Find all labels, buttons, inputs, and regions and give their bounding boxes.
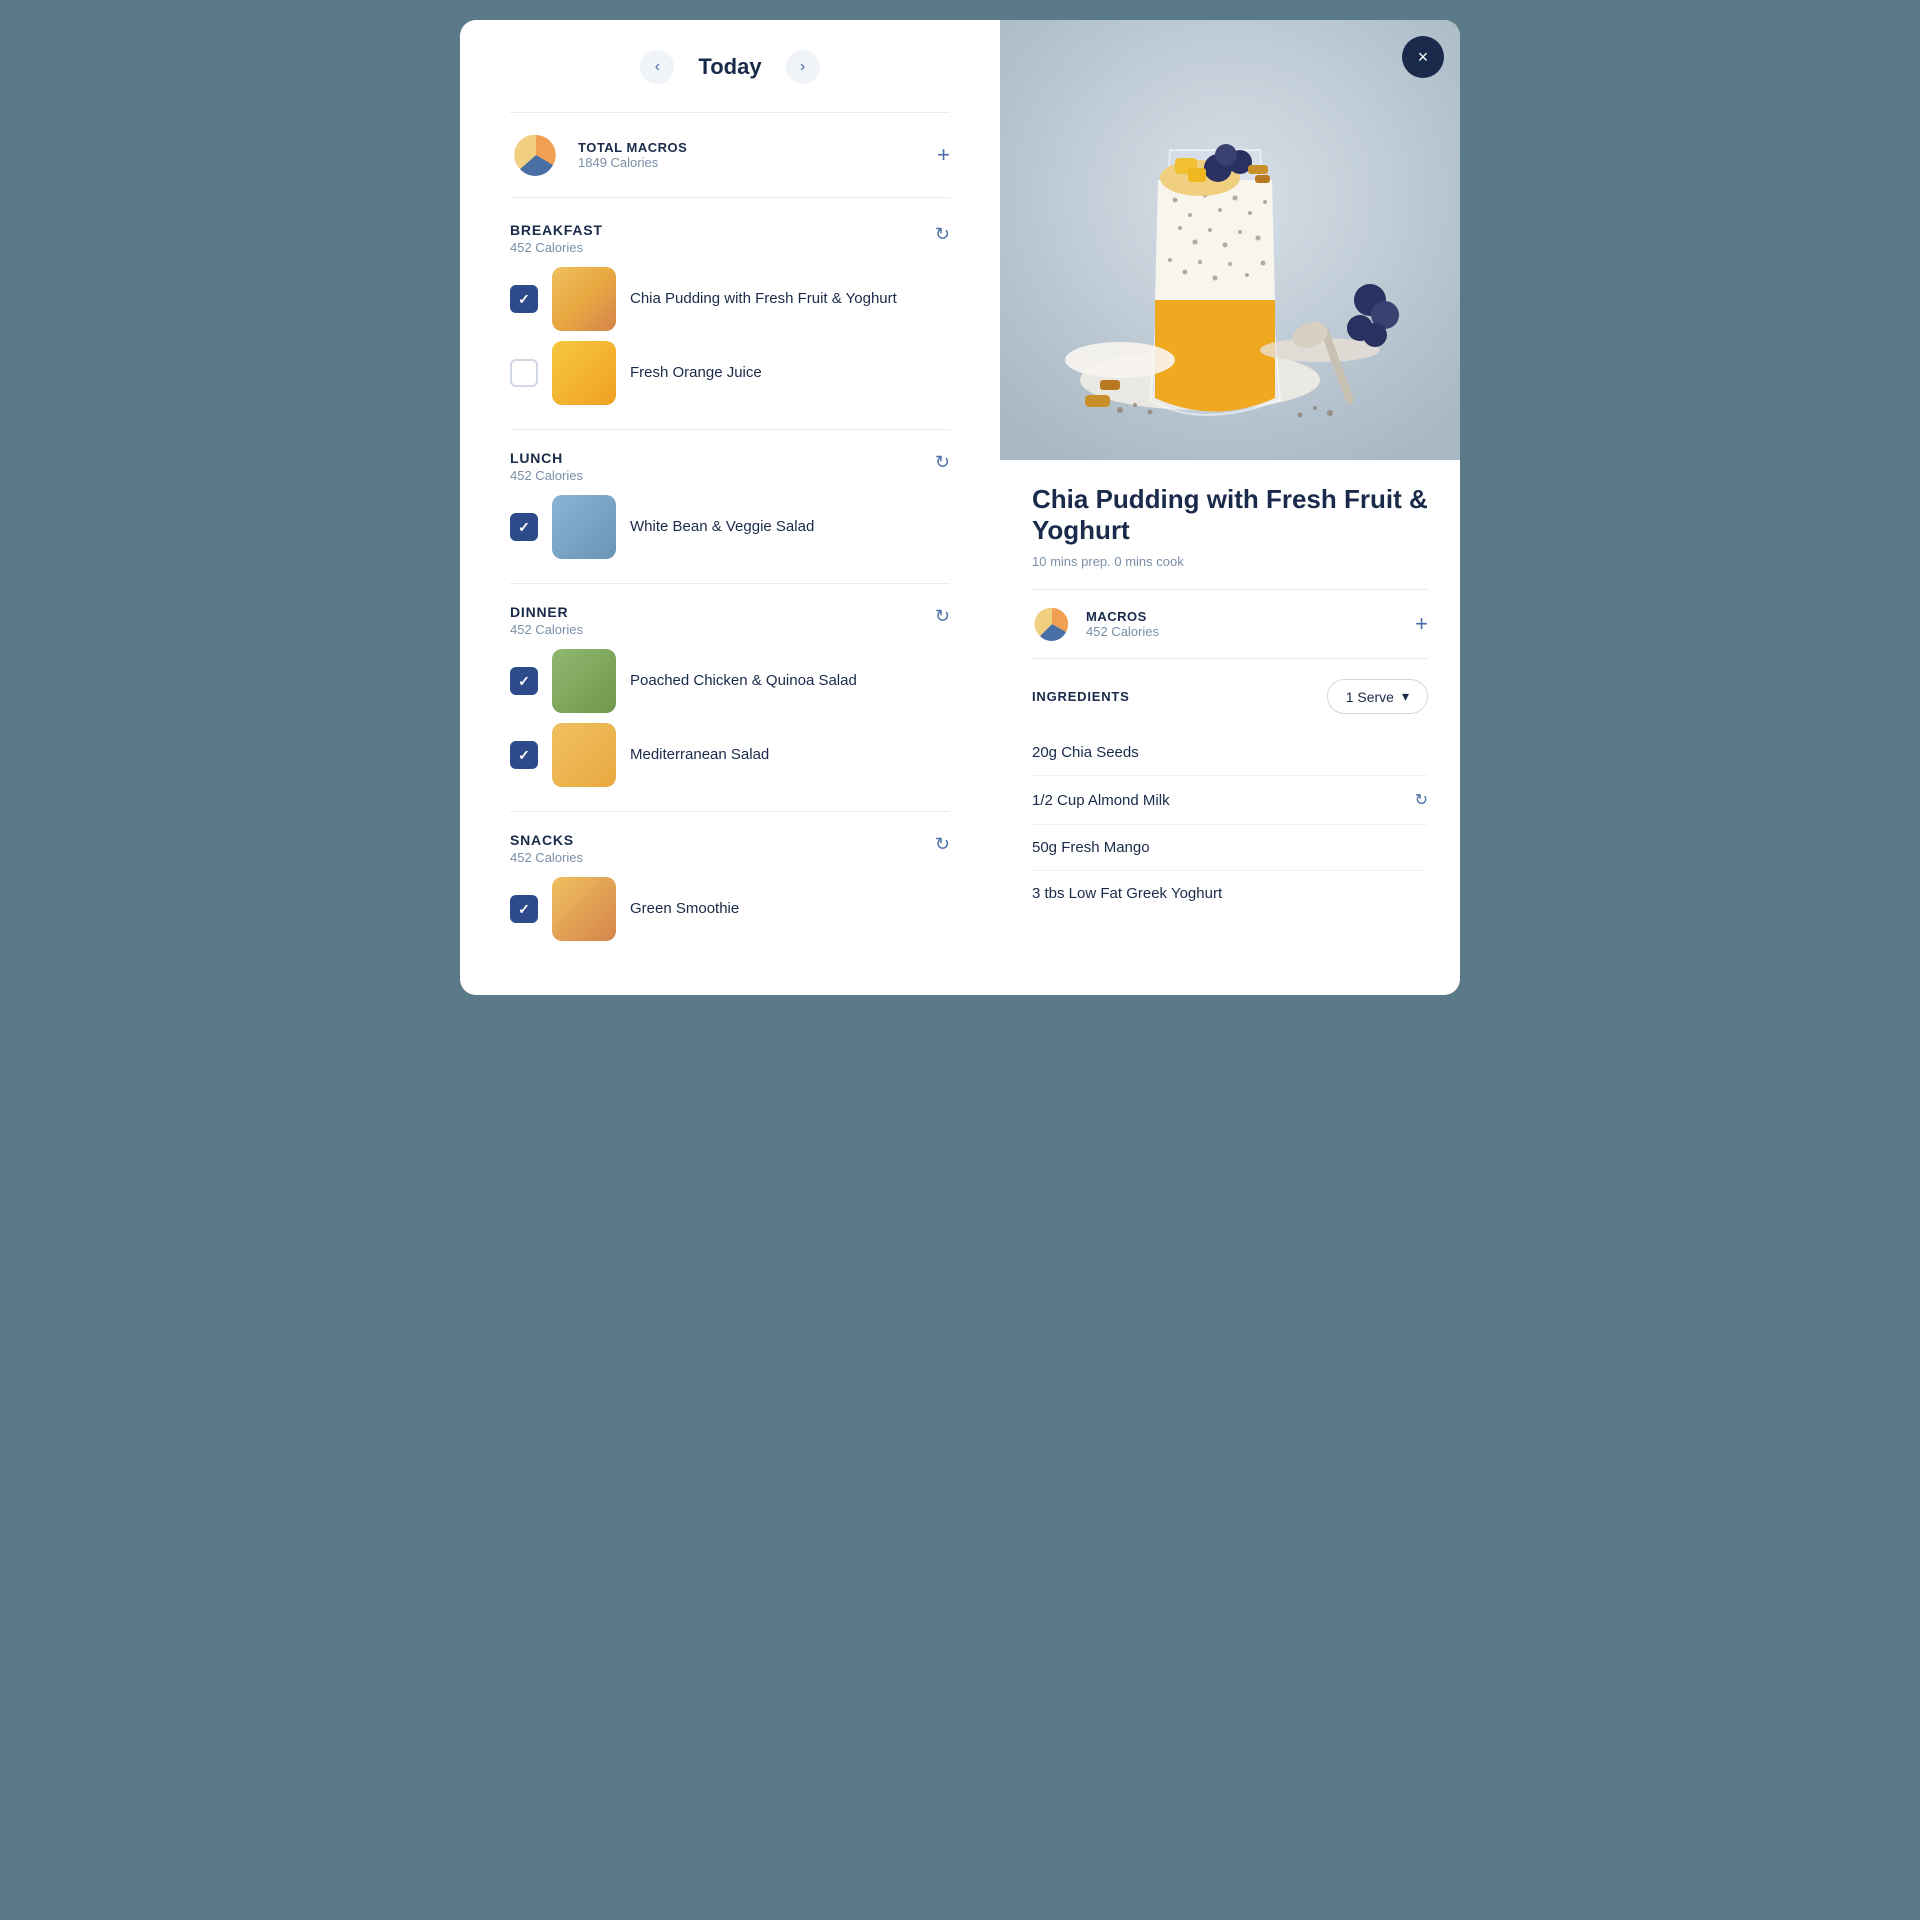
- ingredients-label: INGREDIENTS: [1032, 689, 1130, 704]
- meal-calories-breakfast: 452 Calories: [510, 240, 603, 255]
- list-item[interactable]: Chia Pudding with Fresh Fruit & Yoghurt: [510, 267, 950, 331]
- chevron-left-icon: ‹: [655, 58, 660, 76]
- add-recipe-macros-button[interactable]: +: [1415, 611, 1428, 637]
- meal-items-snacks: Green Smoothie: [510, 877, 950, 941]
- refresh-snacks-button[interactable]: ↻: [935, 832, 950, 855]
- list-item[interactable]: Mediterranean Salad: [510, 723, 950, 787]
- food-thumbnail-pq: [552, 649, 616, 713]
- list-item[interactable]: Green Smoothie: [510, 877, 950, 941]
- food-name-gs: Green Smoothie: [630, 899, 739, 919]
- food-name-med: Mediterranean Salad: [630, 745, 769, 765]
- ingredients-header: INGREDIENTS 1 Serve ▾: [1032, 679, 1428, 714]
- serve-dropdown-button[interactable]: 1 Serve ▾: [1327, 679, 1428, 714]
- checkbox-wb[interactable]: [510, 513, 538, 541]
- recipe-macros-label: MACROS: [1086, 609, 1159, 624]
- recipe-panel: × Chia Pudding with Fresh Fruit & Yoghur…: [1000, 20, 1460, 995]
- recipe-meta: 10 mins prep. 0 mins cook: [1032, 554, 1428, 569]
- ingredient-item: 20g Chia Seeds: [1032, 730, 1428, 776]
- list-item[interactable]: Poached Chicken & Quinoa Salad: [510, 649, 950, 713]
- food-name-pq: Poached Chicken & Quinoa Salad: [630, 671, 857, 691]
- next-day-button[interactable]: ›: [786, 50, 820, 84]
- ingredient-item: 3 tbs Low Fat Greek Yoghurt: [1032, 871, 1428, 916]
- meal-title-group-dinner: DINNER 452 Calories: [510, 604, 583, 637]
- serve-value: 1 Serve: [1346, 689, 1394, 705]
- checkbox-chia[interactable]: [510, 285, 538, 313]
- meal-section-lunch: LUNCH 452 Calories ↻ White Bean & Veggie…: [510, 450, 950, 559]
- ingredient-name-chia-seeds: 20g Chia Seeds: [1032, 744, 1139, 761]
- meal-section-dinner: DINNER 452 Calories ↻ Poached Chicken & …: [510, 604, 950, 787]
- list-item[interactable]: Fresh Orange Juice: [510, 341, 950, 405]
- meal-items-breakfast: Chia Pudding with Fresh Fruit & Yoghurt …: [510, 267, 950, 405]
- recipe-macros-text: MACROS 452 Calories: [1086, 609, 1159, 639]
- checkbox-med[interactable]: [510, 741, 538, 769]
- macros-summary: TOTAL MACROS 1849 Calories +: [510, 112, 950, 198]
- chevron-right-icon: ›: [800, 58, 805, 76]
- meal-title-group-snacks: SNACKS 452 Calories: [510, 832, 583, 865]
- meal-calories-dinner: 452 Calories: [510, 622, 583, 637]
- food-thumbnail-med: [552, 723, 616, 787]
- left-panel: ‹ Today › TOTAL MACROS 1849 Calories: [460, 20, 1000, 995]
- macros-text: TOTAL MACROS 1849 Calories: [578, 140, 687, 170]
- ingredient-swap-almond-milk[interactable]: ↻: [1415, 790, 1428, 810]
- meal-header-snacks: SNACKS 452 Calories ↻: [510, 832, 950, 865]
- ingredient-name-yoghurt: 3 tbs Low Fat Greek Yoghurt: [1032, 885, 1222, 902]
- recipe-macros-pie: [1032, 604, 1072, 644]
- food-name-wb: White Bean & Veggie Salad: [630, 517, 814, 537]
- add-macros-button[interactable]: +: [937, 142, 950, 168]
- checkbox-pq[interactable]: [510, 667, 538, 695]
- meal-calories-lunch: 452 Calories: [510, 468, 583, 483]
- refresh-dinner-button[interactable]: ↻: [935, 604, 950, 627]
- date-nav: ‹ Today ›: [510, 50, 950, 84]
- close-icon: ×: [1418, 47, 1429, 68]
- recipe-image: ×: [1000, 20, 1460, 460]
- meal-items-dinner: Poached Chicken & Quinoa Salad Mediterra…: [510, 649, 950, 787]
- meal-title-lunch: LUNCH: [510, 450, 583, 466]
- prev-day-button[interactable]: ‹: [640, 50, 674, 84]
- meal-title-breakfast: BREAKFAST: [510, 222, 603, 238]
- divider-breakfast: [510, 429, 950, 430]
- macros-left: TOTAL MACROS 1849 Calories: [510, 129, 687, 181]
- macros-label: TOTAL MACROS: [578, 140, 687, 155]
- ingredient-name-mango: 50g Fresh Mango: [1032, 839, 1150, 856]
- meal-title-group: BREAKFAST 452 Calories: [510, 222, 603, 255]
- app-container: ‹ Today › TOTAL MACROS 1849 Calories: [460, 20, 1460, 995]
- checkbox-oj[interactable]: [510, 359, 538, 387]
- macros-calories: 1849 Calories: [578, 155, 687, 170]
- meal-title-group-lunch: LUNCH 452 Calories: [510, 450, 583, 483]
- food-thumbnail-wb: [552, 495, 616, 559]
- recipe-macros-calories: 452 Calories: [1086, 624, 1159, 639]
- food-thumbnail-chia: [552, 267, 616, 331]
- ingredient-name-almond-milk: 1/2 Cup Almond Milk: [1032, 792, 1170, 809]
- meal-items-lunch: White Bean & Veggie Salad: [510, 495, 950, 559]
- meal-section-breakfast: BREAKFAST 452 Calories ↻ Chia Pudding wi…: [510, 222, 950, 405]
- checkbox-gs[interactable]: [510, 895, 538, 923]
- meal-title-snacks: SNACKS: [510, 832, 583, 848]
- food-thumbnail-gs: [552, 877, 616, 941]
- list-item[interactable]: White Bean & Veggie Salad: [510, 495, 950, 559]
- refresh-breakfast-button[interactable]: ↻: [935, 222, 950, 245]
- ingredient-item: 50g Fresh Mango: [1032, 825, 1428, 871]
- food-name-chia: Chia Pudding with Fresh Fruit & Yoghurt: [630, 289, 897, 309]
- meal-section-snacks: SNACKS 452 Calories ↻ Green Smoothie: [510, 832, 950, 941]
- close-recipe-button[interactable]: ×: [1402, 36, 1444, 78]
- divider-dinner: [510, 811, 950, 812]
- recipe-content: Chia Pudding with Fresh Fruit & Yoghurt …: [1000, 460, 1460, 995]
- refresh-lunch-button[interactable]: ↻: [935, 450, 950, 473]
- recipe-macros: MACROS 452 Calories +: [1032, 589, 1428, 659]
- meal-header-breakfast: BREAKFAST 452 Calories ↻: [510, 222, 950, 255]
- meal-header-lunch: LUNCH 452 Calories ↻: [510, 450, 950, 483]
- divider-lunch: [510, 583, 950, 584]
- ingredient-item: 1/2 Cup Almond Milk ↻: [1032, 776, 1428, 825]
- food-thumbnail-oj: [552, 341, 616, 405]
- macros-pie-chart: [510, 129, 562, 181]
- date-title: Today: [698, 54, 761, 80]
- recipe-illustration: [1000, 20, 1460, 460]
- meal-header-dinner: DINNER 452 Calories ↻: [510, 604, 950, 637]
- meal-title-dinner: DINNER: [510, 604, 583, 620]
- recipe-title: Chia Pudding with Fresh Fruit & Yoghurt: [1032, 484, 1428, 546]
- chevron-down-icon: ▾: [1402, 688, 1409, 705]
- food-name-oj: Fresh Orange Juice: [630, 363, 762, 383]
- meal-calories-snacks: 452 Calories: [510, 850, 583, 865]
- recipe-macros-left: MACROS 452 Calories: [1032, 604, 1159, 644]
